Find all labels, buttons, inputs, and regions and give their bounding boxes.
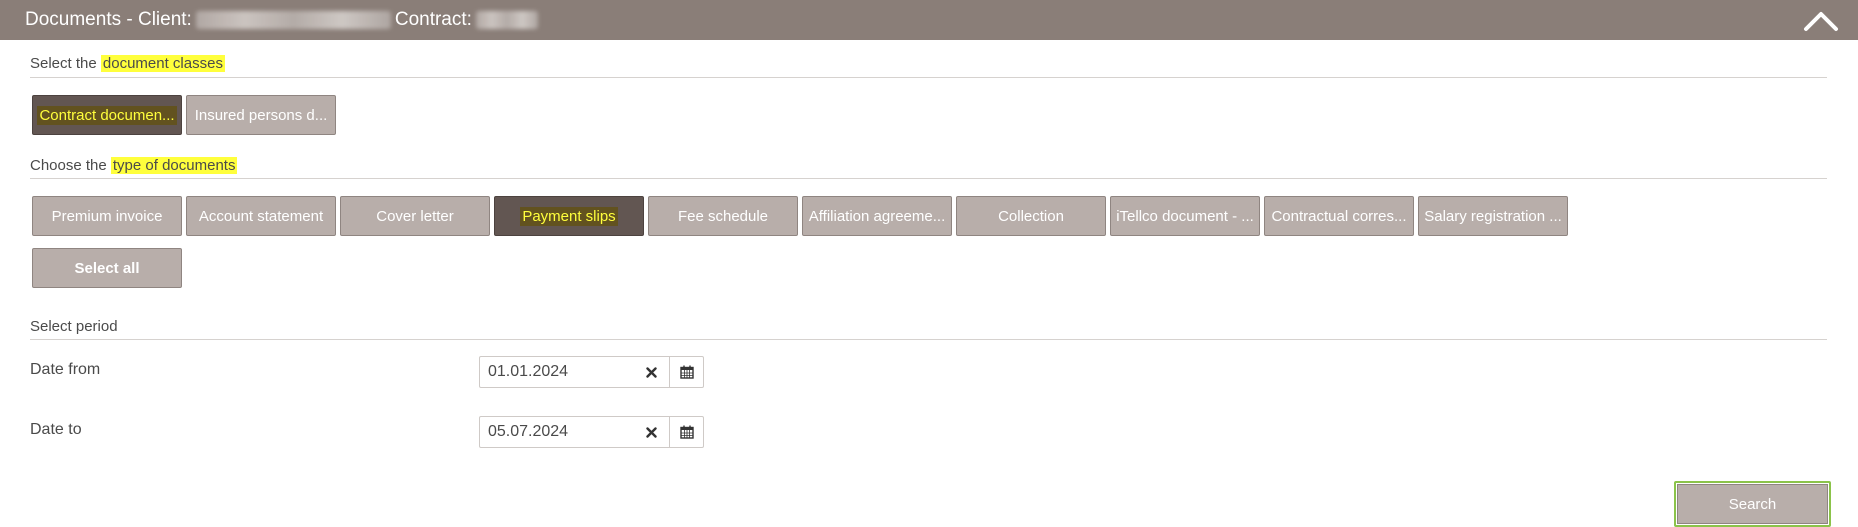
document-class-button[interactable]: Insured persons d... <box>186 95 336 135</box>
calendar-icon[interactable] <box>669 357 703 387</box>
panel-header: Documents - Client: Contract: <box>0 0 1858 40</box>
close-icon[interactable] <box>640 357 662 387</box>
divider <box>30 77 1827 78</box>
document-types-label: Choose the type of documents <box>30 157 238 174</box>
divider <box>30 178 1827 179</box>
date-to-picker <box>479 416 704 448</box>
document-type-button[interactable]: Affiliation agreeme... <box>802 196 952 236</box>
document-type-button[interactable]: iTellco document - ... <box>1110 196 1260 236</box>
select-period-label: Select period <box>30 318 118 335</box>
search-button[interactable]: Search <box>1677 484 1828 524</box>
document-type-button[interactable]: Contractual corres... <box>1264 196 1414 236</box>
date-from-picker <box>479 356 704 388</box>
contract-number-redacted <box>475 11 538 29</box>
date-from-input[interactable] <box>480 358 640 386</box>
date-to-input[interactable] <box>480 418 640 446</box>
panel-title: Documents - Client: Contract: <box>25 9 542 31</box>
document-type-button[interactable]: Salary registration ... <box>1418 196 1568 236</box>
document-type-button[interactable]: Collection <box>956 196 1106 236</box>
contract-label: Contract: <box>394 9 472 30</box>
select-all-button[interactable]: Select all <box>32 248 182 288</box>
date-from-label: Date from <box>30 361 101 378</box>
document-type-button[interactable]: Fee schedule <box>648 196 798 236</box>
document-type-button[interactable]: Cover letter <box>340 196 490 236</box>
client-name-redacted <box>195 11 391 29</box>
document-type-button[interactable]: Premium invoice <box>32 196 182 236</box>
chevron-up-icon[interactable] <box>1802 6 1840 34</box>
document-classes-label: Select the document classes <box>30 55 225 72</box>
close-icon[interactable] <box>640 417 662 447</box>
calendar-icon[interactable] <box>669 417 703 447</box>
divider <box>30 339 1827 340</box>
document-class-button[interactable]: Contract documen... <box>32 95 182 135</box>
title-prefix: Documents - Client: <box>25 9 192 30</box>
document-type-button[interactable]: Payment slips <box>494 196 644 236</box>
search-button-focus-ring: Search <box>1674 481 1831 527</box>
date-to-label: Date to <box>30 421 82 438</box>
document-type-button[interactable]: Account statement <box>186 196 336 236</box>
